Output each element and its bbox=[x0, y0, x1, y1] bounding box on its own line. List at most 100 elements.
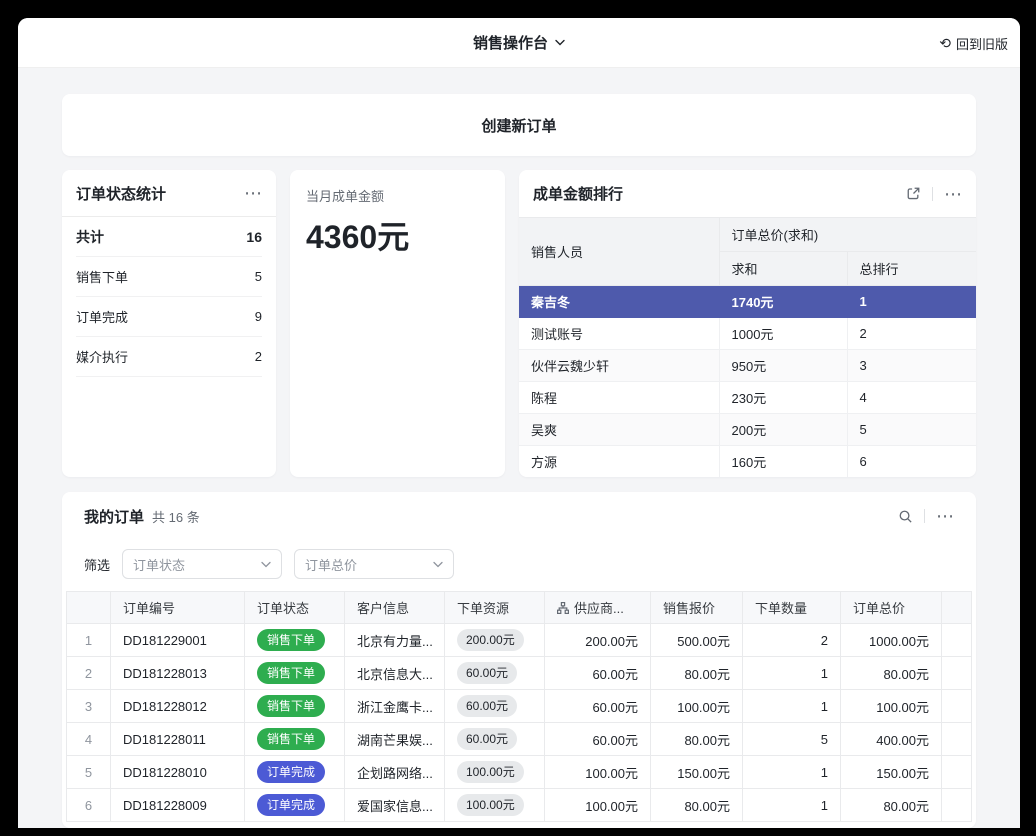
amount-ranking-card: 成单金额排行 ⋯ 销售人员 订单总价(求和) bbox=[519, 170, 976, 477]
orders-card-menu-icon[interactable]: ⋯ bbox=[936, 507, 954, 525]
order-total-filter-placeholder: 订单总价 bbox=[305, 555, 357, 574]
export-icon[interactable] bbox=[905, 186, 921, 202]
ranking-row[interactable]: 方源 160元 6 bbox=[519, 446, 976, 478]
customer-cell: 爱国家信息... bbox=[345, 789, 445, 822]
sum-cell: 230元 bbox=[719, 382, 847, 414]
status-badge: 销售下单 bbox=[257, 695, 325, 717]
quote-cell: 80.00元 bbox=[651, 657, 743, 690]
status-cell: 销售下单 bbox=[245, 690, 345, 723]
my-orders-card: 我的订单 共 16 条 ⋯ 筛选 订单状态 订单总价 bbox=[62, 492, 976, 828]
total-cell: 100.00元 bbox=[841, 690, 942, 723]
status-badge: 订单完成 bbox=[257, 794, 325, 816]
chevron-down-icon bbox=[433, 561, 443, 568]
col-resource[interactable]: 下单资源 bbox=[445, 592, 545, 624]
resource-pill: 60.00元 bbox=[457, 728, 517, 750]
salesperson-cell: 测试账号 bbox=[519, 318, 719, 350]
resource-cell: 60.00元 bbox=[445, 657, 545, 690]
quote-cell: 500.00元 bbox=[651, 624, 743, 657]
customer-cell: 湖南芒果娱... bbox=[345, 723, 445, 756]
supplier-cell: 60.00元 bbox=[545, 723, 651, 756]
resource-pill: 60.00元 bbox=[457, 662, 517, 684]
row-index: 3 bbox=[67, 690, 111, 723]
extra-cell bbox=[942, 789, 972, 822]
orders-filter-row: 筛选 订单状态 订单总价 bbox=[62, 540, 976, 591]
order-status-filter-select[interactable]: 订单状态 bbox=[122, 549, 282, 579]
history-back-icon: ⟲ bbox=[939, 35, 951, 52]
stat-value: 5 bbox=[255, 269, 262, 284]
stat-label: 共计 bbox=[76, 227, 104, 247]
ranking-row[interactable]: 伙伴云魏少轩 950元 3 bbox=[519, 350, 976, 382]
search-icon[interactable] bbox=[897, 508, 913, 524]
stat-label: 订单完成 bbox=[76, 307, 128, 326]
rank-cell: 6 bbox=[847, 446, 976, 478]
stat-label: 销售下单 bbox=[76, 267, 128, 286]
ranking-row[interactable]: 陈程 230元 4 bbox=[519, 382, 976, 414]
order-row[interactable]: 1 DD181229001 销售下单 北京有力量... 200.00元 200.… bbox=[67, 624, 972, 657]
order-row[interactable]: 5 DD181228010 订单完成 企划路网络... 100.00元 100.… bbox=[67, 756, 972, 789]
sum-cell: 1740元 bbox=[719, 286, 847, 318]
customer-cell: 浙江金鹰卡... bbox=[345, 690, 445, 723]
ranking-row[interactable]: 测试账号 1000元 2 bbox=[519, 318, 976, 350]
supplier-cell: 100.00元 bbox=[545, 789, 651, 822]
resource-cell: 100.00元 bbox=[445, 756, 545, 789]
hierarchy-icon bbox=[557, 602, 569, 614]
chevron-down-icon bbox=[555, 39, 565, 46]
ranking-card-menu-icon[interactable]: ⋯ bbox=[944, 185, 962, 203]
status-card-menu-icon[interactable]: ⋯ bbox=[244, 184, 262, 202]
order-no-cell: DD181228012 bbox=[111, 690, 245, 723]
col-quote[interactable]: 销售报价 bbox=[651, 592, 743, 624]
resource-pill: 60.00元 bbox=[457, 695, 517, 717]
supplier-cell: 200.00元 bbox=[545, 624, 651, 657]
extra-cell bbox=[942, 657, 972, 690]
stat-row-complete: 订单完成 9 bbox=[76, 297, 262, 337]
col-order-no[interactable]: 订单编号 bbox=[111, 592, 245, 624]
ranking-row[interactable]: 吴爽 200元 5 bbox=[519, 414, 976, 446]
resource-pill: 200.00元 bbox=[457, 629, 524, 651]
ranking-card-title: 成单金额排行 bbox=[533, 183, 623, 204]
col-supplier[interactable]: 供应商... bbox=[545, 592, 651, 624]
total-cell: 150.00元 bbox=[841, 756, 942, 789]
row-index: 4 bbox=[67, 723, 111, 756]
filter-label: 筛选 bbox=[84, 555, 110, 574]
col-status[interactable]: 订单状态 bbox=[245, 592, 345, 624]
order-no-cell: DD181228011 bbox=[111, 723, 245, 756]
order-row[interactable]: 4 DD181228011 销售下单 湖南芒果娱... 60.00元 60.00… bbox=[67, 723, 972, 756]
ranking-col-sum: 求和 bbox=[719, 252, 847, 286]
order-no-cell: DD181228010 bbox=[111, 756, 245, 789]
create-order-button[interactable]: 创建新订单 bbox=[62, 94, 976, 156]
stats-cards-row: 订单状态统计 ⋯ 共计 16 销售下单 5 订单完成 9 媒介执行 2 bbox=[62, 170, 976, 477]
extra-cell bbox=[942, 756, 972, 789]
extra-cell bbox=[942, 723, 972, 756]
salesperson-cell: 吴爽 bbox=[519, 414, 719, 446]
rank-cell: 3 bbox=[847, 350, 976, 382]
status-card-header: 订单状态统计 ⋯ bbox=[62, 170, 276, 217]
status-badge: 销售下单 bbox=[257, 662, 325, 684]
quantity-cell: 1 bbox=[743, 690, 841, 723]
col-total[interactable]: 订单总价 bbox=[841, 592, 942, 624]
resource-pill: 100.00元 bbox=[457, 761, 524, 783]
back-to-old-version-button[interactable]: ⟲ 回到旧版 bbox=[939, 18, 1008, 68]
stat-row-sales: 销售下单 5 bbox=[76, 257, 262, 297]
col-quantity[interactable]: 下单数量 bbox=[743, 592, 841, 624]
order-total-filter-select[interactable]: 订单总价 bbox=[294, 549, 454, 579]
order-row[interactable]: 3 DD181228012 销售下单 浙江金鹰卡... 60.00元 60.00… bbox=[67, 690, 972, 723]
sum-cell: 1000元 bbox=[719, 318, 847, 350]
order-row[interactable]: 6 DD181228009 订单完成 爱国家信息... 100.00元 100.… bbox=[67, 789, 972, 822]
status-card-title: 订单状态统计 bbox=[76, 183, 166, 204]
supplier-cell: 60.00元 bbox=[545, 690, 651, 723]
extra-cell bbox=[942, 690, 972, 723]
quote-cell: 80.00元 bbox=[651, 789, 743, 822]
customer-cell: 企划路网络... bbox=[345, 756, 445, 789]
resource-cell: 60.00元 bbox=[445, 690, 545, 723]
stat-value: 9 bbox=[255, 309, 262, 324]
status-badge: 销售下单 bbox=[257, 629, 325, 651]
chevron-down-icon bbox=[261, 561, 271, 568]
order-row[interactable]: 2 DD181228013 销售下单 北京信息大... 60.00元 60.00… bbox=[67, 657, 972, 690]
workspace-title-dropdown[interactable]: 销售操作台 bbox=[473, 32, 565, 53]
ranking-table: 销售人员 订单总价(求和) 求和 总排行 秦吉冬 1740元 1 bbox=[519, 217, 976, 477]
ranking-row[interactable]: 秦吉冬 1740元 1 bbox=[519, 286, 976, 318]
rank-cell: 1 bbox=[847, 286, 976, 318]
col-customer[interactable]: 客户信息 bbox=[345, 592, 445, 624]
extra-cell bbox=[942, 624, 972, 657]
app-window: 销售操作台 ⟲ 回到旧版 创建新订单 订单状态统计 ⋯ 共计 1 6 bbox=[18, 18, 1020, 828]
